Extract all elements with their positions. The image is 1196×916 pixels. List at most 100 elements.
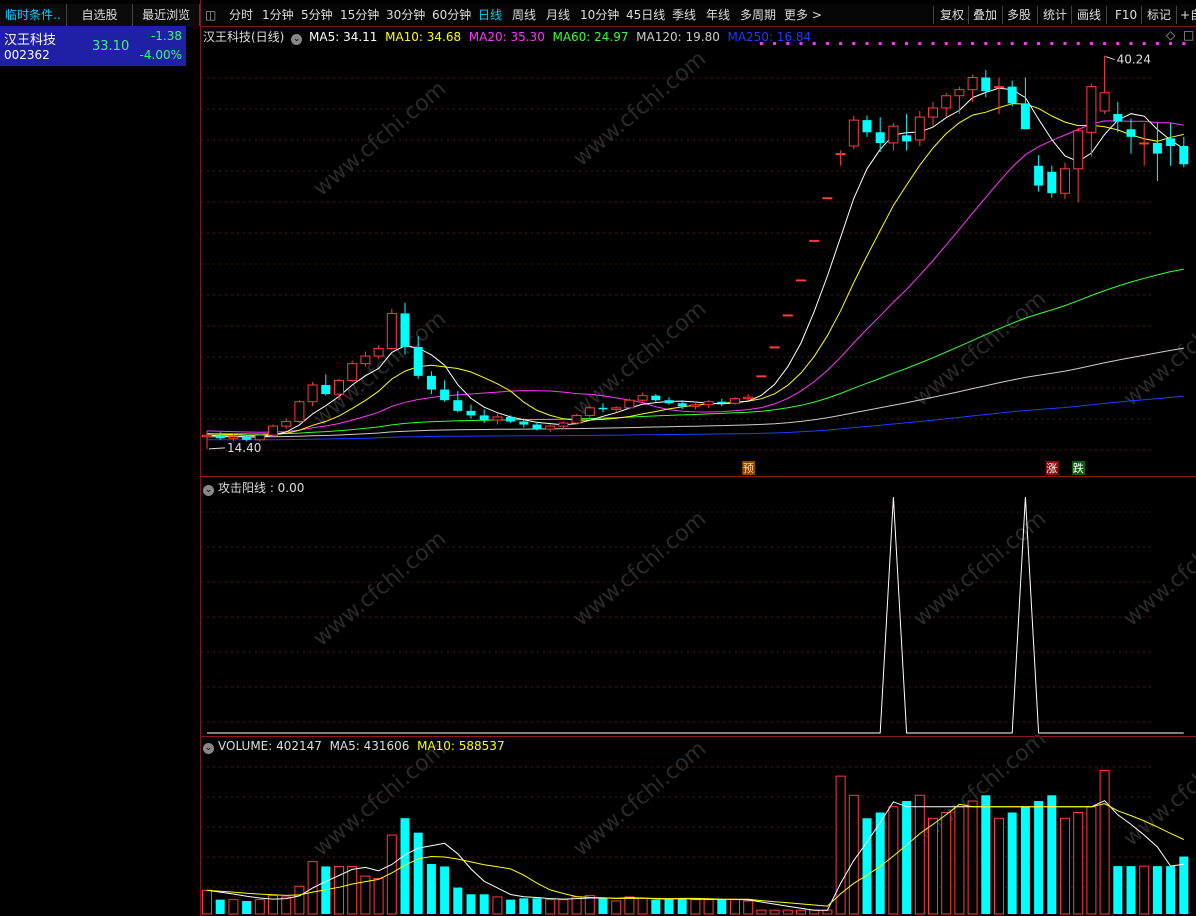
candle-up [584, 407, 595, 416]
candle-down [1007, 86, 1017, 104]
candle-down [1047, 171, 1057, 194]
candle-down [875, 132, 885, 143]
watermark-text: www.cfchi.com [569, 46, 711, 171]
tab-period-5min[interactable]: 5分钟 [301, 4, 333, 26]
ma60-legend: MA60: 24.97 [552, 30, 629, 44]
candle-up [822, 197, 833, 200]
ma20-legend: MA20: 35.30 [468, 30, 545, 44]
chevron-right-icon: > [811, 8, 822, 22]
signal-dot [971, 42, 975, 45]
tab-period-weekly[interactable]: 周线 [512, 4, 536, 26]
candle-up [545, 425, 556, 430]
draw-line-button[interactable]: 画线 [1077, 4, 1101, 26]
low-price-label: 14.40 [227, 441, 261, 455]
watermark-text: www.cfchi.com [309, 76, 451, 201]
signal-dot [918, 42, 922, 45]
candle-up [756, 375, 767, 378]
volume-bar-up [1086, 806, 1097, 915]
volume-bar-down [1007, 812, 1017, 914]
volume-bar-up [914, 794, 925, 915]
candle-up [1086, 86, 1097, 133]
ma5-line [206, 87, 1185, 438]
candle-up [1060, 168, 1070, 194]
diamond-icon[interactable]: ◇ [1166, 28, 1175, 42]
volume-bar-down [1034, 801, 1044, 914]
candle-down [1034, 165, 1044, 186]
candle-up [571, 414, 582, 424]
tab-period-year[interactable]: 年线 [706, 4, 730, 26]
more-button[interactable]: 更多 > [784, 4, 822, 26]
stock-row-selected[interactable]: 汉王科技 002362 33.10 -1.38 -4.00% [0, 26, 186, 66]
volume-bar-up [1139, 865, 1150, 915]
kline-chart-area[interactable]: www.cfchi.com www.cfchi.com www.cfchi.com w… [201, 27, 1196, 916]
candle-down [677, 403, 687, 407]
stock-change-pct: -4.00% [139, 48, 182, 62]
signal-dot [1116, 42, 1120, 45]
volume-bar-down [400, 818, 410, 914]
overlay-button[interactable]: 叠加 [973, 4, 997, 26]
signal-dot [1037, 42, 1041, 45]
volume-bar-down [1047, 795, 1057, 914]
tab-recent[interactable]: 最近浏览 [133, 4, 201, 26]
candle-up [809, 239, 820, 242]
tab-watchlist[interactable]: 自选股 [66, 4, 134, 26]
tab-period-1min[interactable]: 1分钟 [262, 4, 294, 26]
volume-bar-up [228, 899, 239, 915]
signal-dot [839, 42, 843, 45]
candle-up [347, 363, 358, 381]
chevron-down-icon[interactable]: ⌄ [203, 485, 214, 496]
stock-change: -1.38 [150, 29, 182, 43]
mark-button[interactable]: 标记 [1147, 4, 1171, 26]
volume-bar-down [506, 899, 516, 914]
volume-ma10-legend: MA10: 588537 [417, 739, 505, 753]
watermark-text: www.cfchi.com [309, 306, 451, 431]
stats-button[interactable]: 统计 [1043, 4, 1067, 26]
f10-button[interactable]: F10 [1115, 4, 1137, 26]
tab-period-60min[interactable]: 60分钟 [432, 4, 471, 26]
signal-dot [1089, 42, 1093, 45]
signal-marker-text: 预 [743, 462, 754, 475]
candle-up [743, 396, 754, 400]
signal-dot [1142, 42, 1146, 45]
candle-up [848, 119, 859, 147]
candle-up [994, 86, 1004, 89]
panel-toggle-icon[interactable]: ◫ [205, 4, 216, 26]
volume-bar-down [1126, 866, 1136, 914]
multi-stock-button[interactable]: 多股 [1007, 4, 1031, 26]
candle-down [413, 346, 423, 376]
volume-bar-down [532, 898, 542, 914]
candle-up [835, 153, 846, 156]
fuquan-button[interactable]: 复权 [940, 4, 964, 26]
tab-multi-period[interactable]: 多周期 [740, 4, 776, 26]
signal-dot [1076, 42, 1080, 45]
volume-bar-up [254, 899, 265, 915]
signal-dot [944, 42, 948, 45]
period-toolbar: ◫ 分时 1分钟 5分钟 15分钟 30分钟 60分钟 日线 周线 月线 10分… [201, 4, 1196, 27]
volume-bar-down [862, 818, 872, 914]
square-icon[interactable]: □ [1183, 28, 1194, 42]
chevron-down-icon[interactable]: ⌄ [291, 34, 303, 45]
volume-bar-down [1113, 866, 1123, 914]
candle-down [651, 395, 661, 401]
signal-dot [957, 42, 961, 45]
candle-up [769, 346, 780, 349]
candle-down [717, 401, 727, 404]
signal-dot [1103, 42, 1107, 45]
candle-down [215, 435, 225, 439]
candle-up [268, 425, 278, 436]
tab-period-fenshi[interactable]: 分时 [229, 4, 253, 26]
signal-dot [1050, 42, 1054, 45]
add-watchlist-button[interactable]: +自 [1180, 4, 1196, 26]
tab-period-quarter[interactable]: 季线 [672, 4, 696, 26]
candle-down [664, 400, 674, 404]
volume-bar-down [1166, 866, 1176, 914]
tab-period-10min[interactable]: 10分钟 [580, 4, 619, 26]
tab-period-15min[interactable]: 15分钟 [340, 4, 379, 26]
tab-period-45day[interactable]: 45日线 [626, 4, 665, 26]
chevron-down-icon[interactable]: ⌄ [203, 743, 214, 754]
volume-bar-down [215, 899, 225, 914]
tab-period-daily[interactable]: 日线 [478, 4, 502, 26]
tab-temp-conditions[interactable]: 临时条件.. [0, 4, 67, 26]
tab-period-monthly[interactable]: 月线 [546, 4, 570, 26]
tab-period-30min[interactable]: 30分钟 [386, 4, 425, 26]
